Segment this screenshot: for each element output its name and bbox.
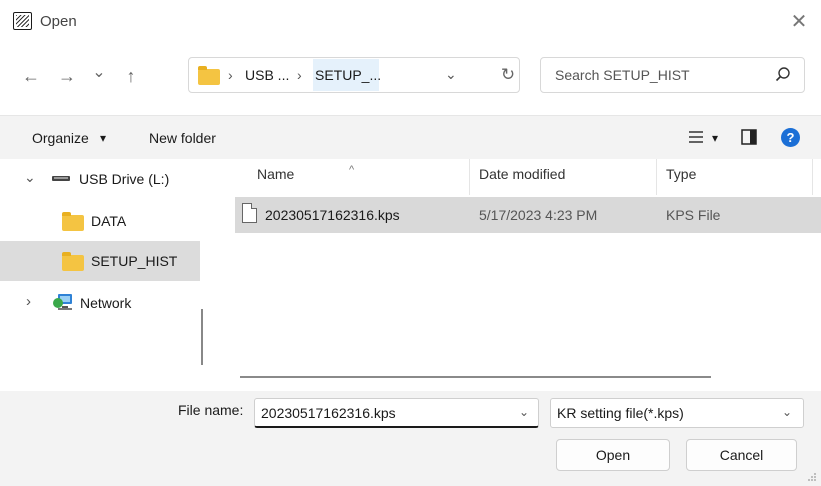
up-arrow-icon[interactable]: ↑	[118, 63, 144, 89]
column-divider[interactable]	[812, 159, 813, 195]
file-name-field[interactable]: 20230517162316.kps ⌄	[254, 398, 539, 428]
new-folder-button[interactable]: New folder	[149, 130, 216, 146]
window-title: Open	[40, 13, 77, 30]
file-name: 20230517162316.kps	[265, 207, 400, 223]
preview-pane-icon[interactable]	[741, 129, 757, 145]
crumb-separator-icon: ›	[297, 67, 302, 83]
folder-icon	[62, 252, 84, 271]
file-row[interactable]: 20230517162316.kps 5/17/2023 4:23 PM KPS…	[235, 197, 821, 233]
search-input[interactable]: Search SETUP_HIST	[555, 67, 690, 83]
tree-item-data[interactable]: DATA	[0, 201, 200, 241]
folder-icon	[198, 66, 220, 85]
app-icon	[13, 12, 32, 30]
navigation-pane: ⌄ USB Drive (L:) DATA SETUP_HIST › Netwo…	[0, 159, 210, 391]
tree-label-usb-drive: USB Drive (L:)	[79, 171, 170, 187]
address-bar[interactable]: › USB ... › SETUP_... ⌄	[188, 57, 520, 93]
cancel-button[interactable]: Cancel	[686, 439, 797, 471]
file-type-filter-select[interactable]: KR setting file(*.kps) ⌄	[550, 398, 804, 428]
recent-locations-chevron-icon[interactable]: ⌄	[86, 60, 112, 86]
file-name-label: File name:	[178, 402, 244, 418]
view-list-icon[interactable]	[689, 131, 703, 143]
search-icon[interactable]	[773, 65, 793, 85]
usb-drive-icon	[52, 176, 70, 181]
resize-grip-icon[interactable]	[807, 472, 817, 482]
address-dropdown-icon[interactable]: ⌄	[445, 66, 457, 83]
file-name-dropdown-icon[interactable]: ⌄	[519, 405, 529, 419]
column-divider[interactable]	[656, 159, 657, 195]
organize-dropdown-icon[interactable]: ▾	[100, 131, 106, 145]
column-header-date-modified[interactable]: Date modified	[479, 166, 565, 182]
crumb-usb[interactable]: USB ...	[245, 67, 289, 83]
command-bar: Organize ▾ New folder ▾ ?	[0, 115, 821, 159]
expand-chevron-icon[interactable]: ›	[26, 293, 31, 310]
help-icon[interactable]: ?	[781, 128, 800, 147]
file-type: KPS File	[666, 207, 721, 223]
tree-label-data: DATA	[91, 213, 127, 229]
column-header-name[interactable]: Name	[257, 166, 294, 182]
folder-icon	[62, 212, 84, 231]
crumb-setup[interactable]: SETUP_...	[315, 67, 381, 83]
close-button[interactable]: ✕	[786, 9, 812, 35]
organize-button[interactable]: Organize	[32, 130, 89, 146]
tree-item-usb-drive[interactable]: ⌄ USB Drive (L:)	[0, 159, 200, 199]
expand-chevron-icon[interactable]: ⌄	[24, 169, 36, 186]
tree-item-setup-hist[interactable]: SETUP_HIST	[0, 241, 200, 281]
refresh-icon[interactable]: ↻	[495, 62, 521, 88]
title-bar: Open ✕	[0, 0, 821, 46]
column-divider[interactable]	[469, 159, 470, 195]
forward-arrow-icon[interactable]: →	[54, 63, 80, 89]
tree-item-network[interactable]: › Network	[0, 283, 200, 323]
file-type-filter-value: KR setting file(*.kps)	[557, 405, 684, 421]
file-date-modified: 5/17/2023 4:23 PM	[479, 207, 598, 223]
left-pane-scrollbar[interactable]	[201, 309, 203, 365]
horizontal-scrollbar[interactable]	[240, 376, 711, 378]
back-arrow-icon[interactable]: ←	[18, 63, 44, 89]
view-dropdown-icon[interactable]: ▾	[712, 131, 718, 145]
network-icon	[53, 294, 72, 310]
tree-label-setup-hist: SETUP_HIST	[91, 253, 178, 269]
file-name-input[interactable]: 20230517162316.kps	[261, 405, 396, 421]
file-icon	[242, 203, 257, 223]
open-button[interactable]: Open	[556, 439, 670, 471]
filter-dropdown-icon[interactable]: ⌄	[782, 405, 792, 419]
search-box[interactable]: Search SETUP_HIST	[540, 57, 805, 93]
crumb-separator-icon: ›	[228, 67, 233, 83]
sort-ascending-icon: ^	[349, 164, 355, 176]
tree-label-network: Network	[80, 295, 132, 311]
column-header-type[interactable]: Type	[666, 166, 696, 182]
